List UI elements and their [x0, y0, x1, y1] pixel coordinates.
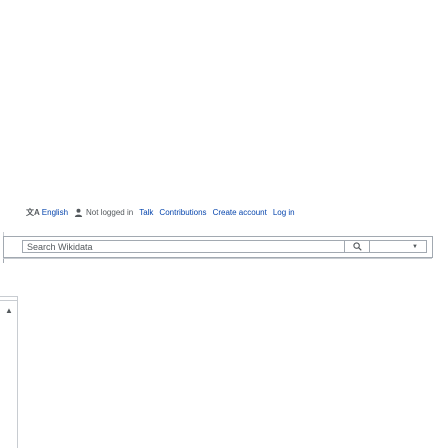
login-status-label: Not logged in	[86, 208, 134, 217]
translate-icon: 文A	[26, 208, 40, 217]
create-account-link[interactable]: Create account	[213, 208, 267, 217]
talk-link[interactable]: Talk	[139, 208, 153, 217]
search-icon	[352, 242, 362, 251]
search-button[interactable]	[344, 240, 370, 253]
page: 文A English Not logged in Talk Contributi…	[0, 0, 448, 448]
divider	[3, 258, 432, 259]
side-panel-edge	[0, 259, 4, 263]
sidebar-panel-inner	[0, 300, 17, 448]
language-label: English	[41, 208, 69, 217]
language-selector[interactable]: 文A English	[26, 207, 68, 218]
search-bar: Search Wikidata ▼	[3, 236, 433, 258]
contributions-link[interactable]: Contributions	[159, 208, 206, 217]
user-icon	[74, 208, 83, 217]
login-link[interactable]: Log in	[273, 208, 295, 217]
login-status: Not logged in	[74, 208, 133, 217]
search-options-dropdown[interactable]: ▼	[370, 240, 427, 253]
chevron-down-icon: ▼	[412, 243, 418, 250]
chevron-up-icon[interactable]: ▲	[5, 306, 13, 315]
personal-tools-bar: 文A English Not logged in Talk Contributi…	[26, 207, 301, 218]
search-input[interactable]: Search Wikidata	[22, 240, 344, 253]
